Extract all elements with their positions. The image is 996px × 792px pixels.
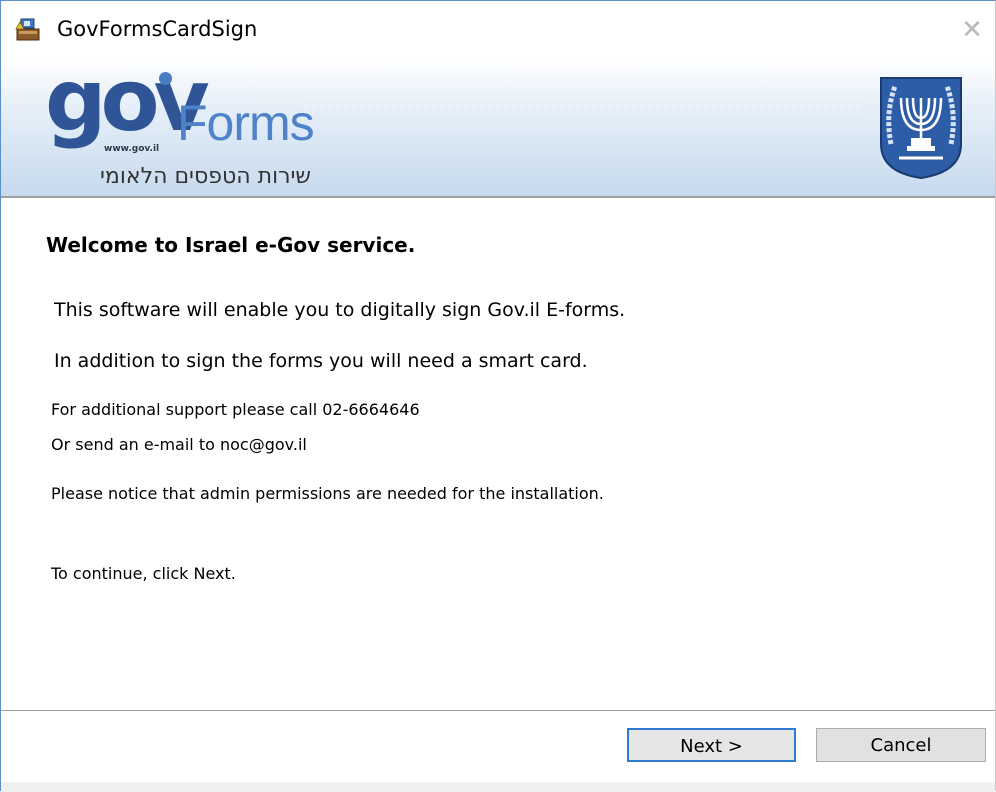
admin-notice-text: Please notice that admin permissions are… [51,484,604,503]
description-line-2: In addition to sign the forms you will n… [54,350,588,372]
logo-hebrew-tagline: שירות הטפסים הלאומי [100,164,311,189]
installer-window: GovFormsCardSign ✕ gov Forms www.gov.il … [0,0,996,792]
israel-emblem-icon [877,74,965,180]
header-banner: gov Forms www.gov.il שירות הטפסים הלאומי [1,58,995,196]
banner-decoration [301,93,861,113]
welcome-heading: Welcome to Israel e-Gov service. [46,233,416,257]
window-title: GovFormsCardSign [57,17,258,41]
logo-url-text: www.gov.il [104,144,160,154]
logo-forms-text: Forms [177,95,315,151]
close-button[interactable]: ✕ [957,15,987,45]
support-email-text: Or send an e-mail to noc@gov.il [51,435,307,454]
cancel-button[interactable]: Cancel [816,728,986,762]
next-button[interactable]: Next > [627,728,796,762]
button-bar: Next > Cancel [1,712,995,791]
support-phone-text: For additional support please call 02-66… [51,400,420,419]
bottom-strip [1,782,995,792]
continue-instruction: To continue, click Next. [51,564,236,583]
logo-dot [159,72,172,85]
close-icon: ✕ [961,15,983,45]
description-line-1: This software will enable you to digital… [54,299,626,321]
title-bar[interactable]: GovFormsCardSign ✕ [1,1,995,57]
installer-icon [15,18,41,42]
welcome-content: Welcome to Israel e-Gov service. This so… [1,199,995,709]
